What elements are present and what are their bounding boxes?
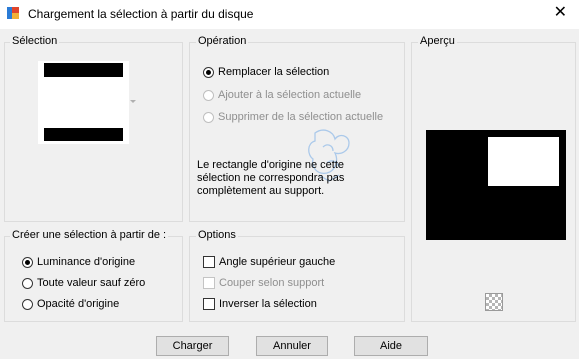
transparency-icon[interactable]	[485, 293, 503, 311]
close-icon[interactable]: ✕	[554, 4, 567, 22]
checkbox-invert-selection[interactable]: Inverser la sélection	[203, 296, 317, 312]
preview-canvas	[426, 130, 566, 240]
window-title: Chargement la sélection à partir du disq…	[28, 7, 254, 21]
dropdown-arrow-icon[interactable]	[130, 100, 136, 103]
radio-original-opacity[interactable]: Opacité d'origine	[22, 296, 119, 312]
checkbox	[203, 277, 215, 289]
checkbox[interactable]	[203, 298, 215, 310]
radio-button	[203, 89, 214, 101]
checkbox-top-left-corner[interactable]: Angle supérieur gauche	[203, 254, 335, 270]
radio-label: Luminance d'origine	[37, 256, 136, 268]
title-bar: Chargement la sélection à partir du disq…	[0, 0, 579, 29]
checkbox-label: Angle supérieur gauche	[219, 256, 336, 268]
thumbnail-bottom-bar	[44, 128, 123, 141]
radio-label: Ajouter à la sélection actuelle	[218, 89, 362, 101]
checkbox-crop-to-canvas: Couper selon support	[203, 275, 324, 291]
radio-label: Toute valeur sauf zéro	[37, 277, 146, 289]
radio-button[interactable]	[22, 256, 33, 268]
thumbnail-top-bar	[44, 63, 123, 77]
radio-label: Opacité d'origine	[37, 298, 120, 310]
radio-original-luminance[interactable]: Luminance d'origine	[22, 254, 135, 270]
operation-message: Le rectangle d'origine ne cette sélectio…	[197, 159, 345, 197]
options-group-label: Options	[196, 229, 238, 241]
checkbox-label: Inverser la sélection	[219, 298, 317, 310]
selection-group-label: Sélection	[10, 35, 60, 47]
radio-any-nonzero[interactable]: Toute valeur sauf zéro	[22, 275, 145, 291]
operation-group-label: Opération	[196, 35, 249, 47]
radio-add-selection: Ajouter à la sélection actuelle	[203, 87, 361, 103]
radio-button[interactable]	[203, 66, 214, 78]
checkbox-label: Couper selon support	[219, 277, 325, 289]
radio-label: Remplacer la sélection	[218, 66, 330, 78]
preview-group-label: Aperçu	[418, 35, 457, 47]
selection-thumbnail[interactable]	[38, 61, 129, 144]
radio-button[interactable]	[22, 298, 33, 310]
radio-label: Supprimer de la sélection actuelle	[218, 111, 384, 123]
cancel-button[interactable]: Annuler	[256, 336, 328, 356]
radio-replace-selection[interactable]: Remplacer la sélection	[203, 64, 329, 80]
app-icon	[6, 6, 20, 20]
preview-selection-rect	[488, 137, 559, 186]
radio-button[interactable]	[22, 277, 33, 289]
radio-subtract-selection: Supprimer de la sélection actuelle	[203, 109, 383, 125]
help-button[interactable]: Aide	[354, 336, 428, 356]
checkbox[interactable]	[203, 256, 215, 268]
create-from-group-label: Créer une sélection à partir de :	[10, 229, 169, 241]
load-button[interactable]: Charger	[156, 336, 229, 356]
radio-button	[203, 111, 214, 123]
